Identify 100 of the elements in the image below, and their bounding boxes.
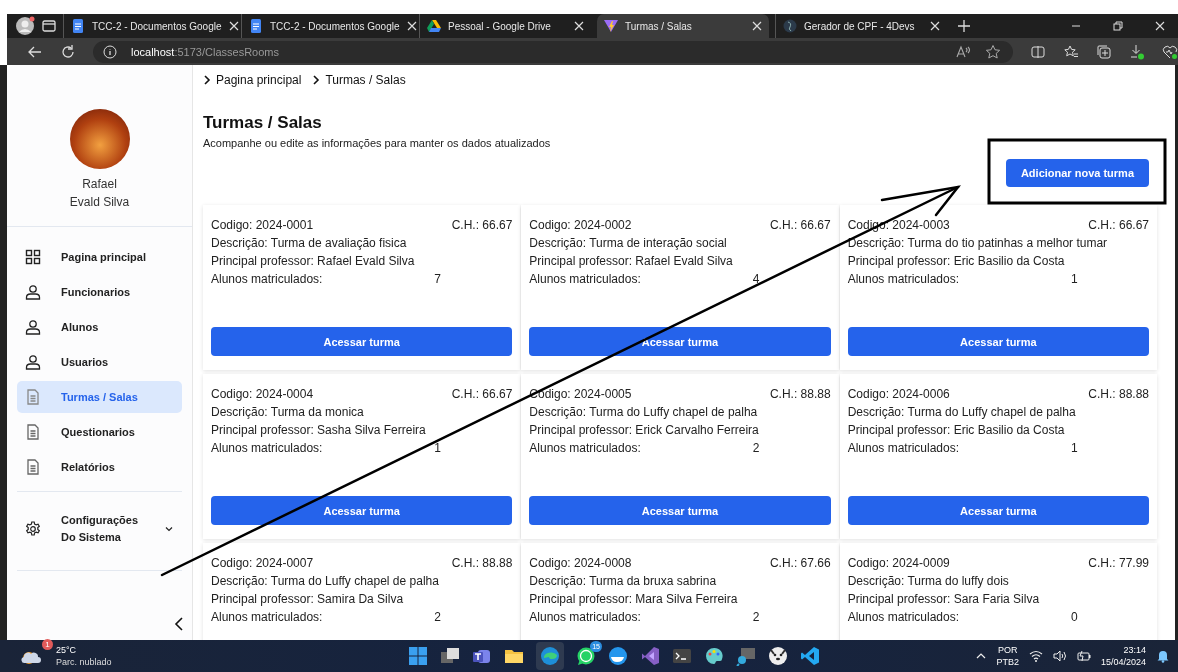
- settings-menu-item[interactable]: Configurações Do Sistema: [17, 512, 182, 571]
- tab-actions-icon[interactable]: [41, 18, 57, 34]
- add-class-button[interactable]: Adicionar nova turma: [1005, 159, 1149, 187]
- ide-logo-icon[interactable]: [640, 646, 660, 666]
- task-view-icon[interactable]: [440, 646, 460, 666]
- students-count: 2: [752, 609, 760, 626]
- browser-tab[interactable]: Turmas / Salas: [597, 14, 769, 38]
- class-teacher: Principal professor: Eric Basilio da Costa: [847, 253, 1066, 270]
- chevron-right-icon: [203, 75, 211, 85]
- nav-item[interactable]: Pagina principal: [17, 241, 182, 273]
- info-icon: [103, 44, 117, 59]
- grid-icon: [25, 249, 41, 265]
- class-hours: C.H.: 88.88: [1088, 386, 1149, 403]
- weather-text: Parc. nublado: [56, 656, 112, 668]
- students-label: Alunos matriculados:: [847, 271, 960, 288]
- lightning-logo-icon: [604, 19, 618, 33]
- open-class-button[interactable]: Acessar turma: [847, 327, 1149, 356]
- page-subtitle: Acompanhe ou edite as informações para manter os dados atualizados: [203, 137, 551, 149]
- read-aloud-icon[interactable]: [955, 43, 971, 60]
- volume-icon[interactable]: [1052, 649, 1067, 663]
- students-label: Alunos matriculados:: [847, 440, 960, 457]
- start-icon[interactable]: [408, 646, 428, 666]
- url-text: localhost:5173/ClassesRooms: [131, 45, 279, 58]
- battery-icon[interactable]: [1076, 649, 1091, 663]
- open-class-button[interactable]: Acessar turma: [211, 327, 513, 356]
- class-teacher: Principal professor: Rafael Evald Silva: [211, 253, 416, 270]
- favorites-icon[interactable]: [1063, 43, 1079, 60]
- breadcrumb-link[interactable]: Pagina principal: [216, 73, 302, 87]
- document-icon: [249, 19, 263, 33]
- restore-icon[interactable]: [1113, 21, 1123, 31]
- class-code: Codigo: 2024-0002: [529, 217, 632, 234]
- notification-badge: 1: [42, 639, 53, 650]
- heart-pulse-icon[interactable]: [1162, 43, 1178, 60]
- chevron-down-icon: [164, 524, 174, 534]
- class-hours: C.H.: 66.67: [451, 386, 513, 403]
- students-count: 0: [1070, 609, 1078, 626]
- class-teacher: Principal professor: Sara Faria Silva: [847, 591, 1041, 608]
- open-class-button[interactable]: Acessar turma: [529, 327, 831, 356]
- students-count: 2: [752, 440, 760, 457]
- close-icon[interactable]: [228, 21, 239, 31]
- nav-item[interactable]: Relatórios: [17, 451, 182, 483]
- close-icon[interactable]: [752, 21, 762, 31]
- students-count: 4: [752, 271, 760, 288]
- class-code: Codigo: 2024-0004: [211, 386, 314, 403]
- students-count: 7: [434, 271, 441, 288]
- nav-item[interactable]: Alunos: [17, 311, 182, 343]
- nav-item[interactable]: Questionarios: [17, 416, 182, 448]
- students-label: Alunos matriculados:: [529, 271, 641, 288]
- person-icon: [25, 284, 41, 300]
- breadcrumb-link[interactable]: Turmas / Salas: [325, 73, 406, 87]
- collapse-icon[interactable]: [174, 616, 184, 632]
- address-field[interactable]: localhost:5173/ClassesRooms: [93, 40, 1013, 63]
- magnifier-window-icon[interactable]: [736, 646, 756, 666]
- download-icon[interactable]: [1129, 43, 1145, 60]
- star-icon[interactable]: [985, 43, 1001, 60]
- person-icon: [25, 319, 41, 335]
- wifi-icon[interactable]: [1028, 649, 1043, 663]
- class-code: Codigo: 2024-0005: [529, 386, 632, 403]
- whale-logo-icon[interactable]: [608, 646, 628, 666]
- tab-title: Gerador de CPF - 4Devs: [804, 20, 916, 32]
- class-hours: C.H.: 67.66: [769, 555, 831, 572]
- class-description: Descrição: Turma do Luffy chapel de palha: [847, 404, 1077, 421]
- new-tab-icon[interactable]: [957, 19, 971, 33]
- open-class-button[interactable]: Acessar turma: [529, 496, 831, 525]
- students-label: Alunos matriculados:: [211, 440, 323, 457]
- code-editor-logo-icon[interactable]: [800, 646, 820, 666]
- class-description: Descrição: Turma do Luffy chapel de palha: [529, 404, 759, 421]
- page-title: Turmas / Salas: [203, 113, 323, 133]
- terminal-icon[interactable]: [672, 646, 692, 666]
- class-description: Descrição: Turma do Luffy chapel de palha: [211, 573, 440, 590]
- tab-title: TCC-2 - Documentos Google: [270, 20, 400, 32]
- nav-item[interactable]: Usuarios: [17, 346, 182, 378]
- document-icon: [71, 19, 85, 33]
- split-screen-icon[interactable]: [1030, 43, 1046, 60]
- close-icon[interactable]: [1155, 21, 1165, 31]
- class-hours: C.H.: 66.67: [1088, 217, 1149, 234]
- class-description: Descrição: Turma do luffy dois: [847, 573, 1010, 590]
- close-icon[interactable]: [930, 21, 940, 31]
- nav-item[interactable]: Turmas / Salas: [17, 381, 182, 413]
- class-hours: C.H.: 66.67: [769, 217, 831, 234]
- nav-item[interactable]: Funcionarios: [17, 276, 182, 308]
- bell-icon[interactable]: [1156, 649, 1170, 663]
- document-icon: [25, 389, 41, 405]
- class-description: Descrição: Turma da bruxa sabrina: [529, 573, 718, 590]
- open-class-button[interactable]: Acessar turma: [211, 496, 513, 525]
- students-count: 1: [1070, 440, 1078, 457]
- chevron-up-icon[interactable]: [976, 651, 987, 661]
- class-code: Codigo: 2024-0006: [847, 386, 950, 403]
- open-class-button[interactable]: Acessar turma: [847, 496, 1149, 525]
- close-icon[interactable]: [406, 21, 417, 31]
- palette-icon[interactable]: [704, 646, 724, 666]
- close-icon[interactable]: [574, 21, 584, 31]
- document-icon: [25, 424, 41, 440]
- reload-icon[interactable]: [60, 43, 76, 60]
- tab-title: TCC-2 - Documentos Google: [92, 20, 222, 32]
- collections-icon[interactable]: [1096, 43, 1112, 60]
- profile-icon[interactable]: [15, 16, 35, 36]
- class-hours: C.H.: 88.88: [451, 555, 513, 572]
- class-description: Descrição: Turma de avaliação fisica: [211, 235, 408, 252]
- keyboard-layout: PTB2: [996, 656, 1019, 668]
